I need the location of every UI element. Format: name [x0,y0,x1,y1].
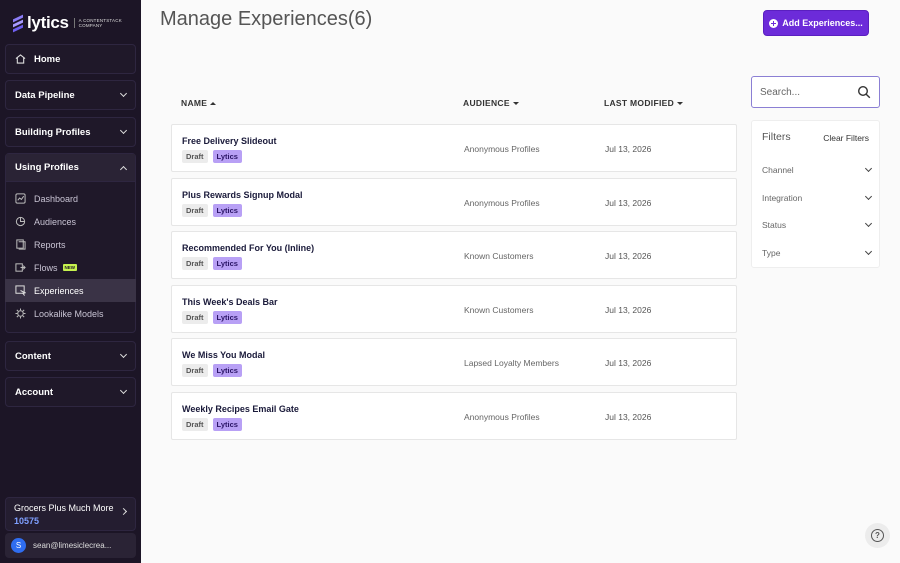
status-badge: Draft [182,257,208,271]
chevron-down-icon [864,247,873,256]
provider-badge: Lytics [212,364,242,378]
status-badge: Draft [182,364,208,378]
sidebar-section-account[interactable]: Account [5,377,136,407]
sidebar: lytics A CONTENTSTACK COMPANY Home Data … [0,0,141,563]
sidebar-item-dashboard[interactable]: Dashboard [5,187,136,210]
using-profiles-toggle[interactable]: Using Profiles [6,154,135,182]
lookalike-models-icon [15,308,26,319]
experiences-icon [15,285,26,296]
clear-filters-link[interactable]: Clear Filters [823,133,869,143]
add-experiences-button[interactable]: Add Experiences... [763,10,869,36]
provider-badge: Lytics [212,310,242,324]
lytics-logo-icon [12,14,24,32]
sidebar-section-content[interactable]: Content [5,341,136,371]
plus-circle-icon [769,18,779,28]
lytics-logo[interactable]: lytics A CONTENTSTACK COMPANY [12,13,122,33]
filters-panel: Filters Clear Filters Channel Integratio… [751,120,880,268]
search-icon[interactable] [857,85,871,99]
table-row[interactable]: Weekly Recipes Email Gate Draft Lytics An… [171,391,737,440]
experience-name: We Miss You Modal [182,350,266,361]
experience-audience: Anonymous Profiles [464,144,540,154]
sidebar-item-home[interactable]: Home [5,44,136,74]
table-row[interactable]: Free Delivery Slideout Draft Lytics Anony… [171,124,737,172]
logo-wordmark: lytics [27,13,69,32]
page-title: Manage Experiences(6) [160,8,373,30]
experience-modified: Jul 13, 2026 [605,251,652,262]
experience-audience: Lapsed Loyalty Members [464,358,559,369]
provider-badge: Lytics [212,150,242,163]
table-row[interactable]: We Miss You Modal Draft Lytics Lapsed Loy… [171,338,737,387]
help-icon: ? [871,529,884,542]
table-row[interactable]: Plus Rewards Signup Modal Draft Lytics An… [171,177,737,226]
chevron-up-icon [119,165,128,173]
experience-name: Recommended For You (Inline) [182,243,315,254]
sidebar-section-building-profiles[interactable]: Building Profiles [5,117,136,147]
sidebar-item-flows[interactable]: Flows NEW [5,256,136,279]
audiences-icon [15,216,26,227]
experience-audience: Anonymous Profiles [464,411,540,422]
status-badge: Draft [182,310,208,324]
sidebar-item-audiences[interactable]: Audiences [5,210,136,233]
flows-icon [15,263,26,272]
sort-up-icon [210,101,217,105]
status-badge: Draft [182,203,208,217]
filter-type[interactable]: Type [762,247,873,258]
search-box [751,76,880,108]
search-input[interactable] [752,77,852,107]
help-button[interactable]: ? [865,523,890,548]
chevron-down-icon [119,126,128,135]
sidebar-item-reports[interactable]: Reports [5,233,136,256]
chevron-down-icon [864,219,873,228]
chevron-down-icon [864,192,873,201]
sort-down-icon [677,101,684,105]
user-menu[interactable]: S sean@limesiclecrea... [5,533,136,558]
filter-integration[interactable]: Integration [762,192,873,203]
org-name: Grocers Plus Much More [14,503,114,513]
sidebar-item-experiences[interactable]: Experiences [5,279,136,302]
filter-channel[interactable]: Channel [762,164,873,175]
filters-title: Filters [762,131,791,143]
table-row[interactable]: This Week's Deals Bar Draft Lytics Known … [171,284,737,333]
experience-modified: Jul 13, 2026 [605,358,652,369]
experience-modified: Jul 13, 2026 [605,144,652,154]
logo-subtitle: A CONTENTSTACK COMPANY [73,18,122,28]
sort-down-icon [512,101,519,105]
chevron-down-icon [119,386,128,395]
experience-audience: Known Customers [464,304,534,315]
provider-badge: Lytics [212,417,242,431]
experiences-table: Free Delivery Slideout Draft Lytics Anony… [171,124,737,446]
chevron-down-icon [119,350,128,359]
experience-audience: Known Customers [464,251,534,262]
status-badge: Draft [182,150,208,163]
reports-icon [16,239,26,250]
avatar: S [11,538,26,553]
experience-name: Plus Rewards Signup Modal [182,189,303,200]
org-switcher[interactable]: Grocers Plus Much More 10575 [5,497,136,531]
experience-modified: Jul 13, 2026 [605,304,652,315]
org-id: 10575 [14,516,40,526]
using-profiles-menu: Dashboard Audiences Reports Flows NEW Ex… [5,187,136,325]
provider-badge: Lytics [212,203,242,217]
experience-name: Weekly Recipes Email Gate [182,403,299,414]
experience-name: Free Delivery Slideout [182,136,277,146]
user-email: sean@limesiclecrea... [33,541,112,550]
sidebar-section-data-pipeline[interactable]: Data Pipeline [5,80,136,110]
chevron-down-icon [119,89,128,98]
column-header-audience[interactable]: AUDIENCE [463,98,519,108]
table-row[interactable]: Recommended For You (Inline) Draft Lytics… [171,231,737,280]
experience-modified: Jul 13, 2026 [605,197,652,208]
provider-badge: Lytics [212,257,242,271]
dashboard-icon [15,193,26,204]
filter-status[interactable]: Status [762,219,873,230]
experience-name: This Week's Deals Bar [182,296,278,307]
status-badge: Draft [182,417,208,431]
experience-modified: Jul 13, 2026 [605,411,652,422]
chevron-down-icon [864,164,873,173]
home-icon [15,54,26,64]
column-header-name[interactable]: NAME [181,98,217,108]
experience-audience: Anonymous Profiles [464,197,540,208]
column-header-last-modified[interactable]: LAST MODIFIED [604,98,684,108]
new-badge: NEW [62,264,78,271]
sidebar-item-lookalike-models[interactable]: Lookalike Models [5,302,136,325]
